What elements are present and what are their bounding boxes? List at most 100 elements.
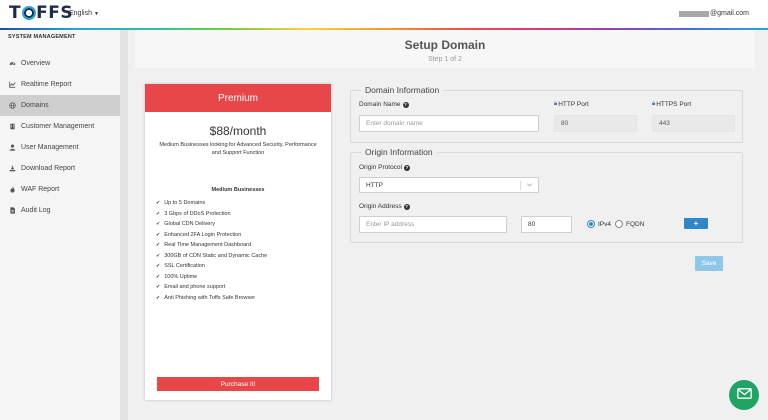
sidebar-item-user-management[interactable]: User Management [0, 137, 120, 158]
chat-button[interactable] [729, 380, 759, 410]
chart-icon [9, 81, 16, 88]
sidebar-section-title: SYSTEM MANAGEMENT [8, 34, 76, 40]
list-item: ✔ 100% Uptime [156, 272, 331, 283]
sidebar-item-download-report[interactable]: Download Report [0, 158, 120, 179]
help-icon[interactable]: ? [404, 164, 410, 171]
check-icon: ✔ [156, 210, 161, 217]
help-icon[interactable]: ? [402, 101, 409, 108]
language-label: English [69, 10, 92, 17]
fqdn-radio[interactable]: FQDN [615, 220, 644, 228]
origin-protocol-label-text: Origin Protocol [359, 164, 402, 171]
list-item: ✔ Anti Phishing with Toffs Safe Browser [156, 293, 331, 304]
fire-icon [9, 186, 16, 193]
purchase-button[interactable]: Purchase It! [157, 377, 319, 391]
sidebar-item-overview[interactable]: Overview [0, 53, 120, 74]
envelope-icon [736, 386, 752, 404]
ipv4-label: IPv4 [598, 220, 612, 228]
https-port-label: 🔒︎ HTTPS Port [652, 101, 691, 108]
origin-address-label-text: Origin Address [359, 203, 402, 210]
check-icon: ✔ [156, 263, 161, 269]
origin-protocol-select[interactable]: HTTP [359, 177, 539, 193]
help-icon[interactable]: ? [403, 203, 410, 210]
domain-information-legend: Domain Information [361, 85, 444, 95]
masked-email-prefix [678, 10, 709, 17]
http-port-input: 80 [554, 115, 637, 132]
plan-price: $88/month [209, 124, 267, 138]
top-bar: T FFS English ▼ @gmail.com [0, 0, 768, 28]
sidebar-item-audit-log[interactable]: Audit Log [0, 200, 120, 221]
user-email: @gmail.com [709, 10, 749, 17]
sidebar-scrollbar[interactable] [120, 30, 128, 420]
document-icon [9, 207, 16, 214]
list-item: ✔ 3 Gbps of DDoS Protection [156, 209, 331, 220]
sidebar-item-realtime-report[interactable]: Realtime Report [0, 74, 120, 95]
feature-label: Real Time Management Dashboard [164, 242, 252, 248]
plan-card: Premium $88/month Medium Businesses look… [145, 84, 331, 400]
step-indicator: Step 1 of 2 [428, 56, 462, 63]
domain-name-label: Domain Name ? [359, 101, 409, 108]
lock-icon: 🔒︎ [554, 101, 558, 107]
sidebar-item-waf-report[interactable]: WAF Report [0, 179, 120, 200]
origin-port-input[interactable]: 80 [521, 216, 572, 233]
check-icon: ✔ [156, 252, 161, 259]
user-icon [9, 144, 16, 151]
feature-label: 100% Uptime [164, 273, 198, 280]
check-icon: ✔ [156, 231, 161, 238]
https-port-input: 443 [652, 115, 735, 132]
list-item: ✔ Email and phone support [156, 282, 331, 293]
sidebar-item-label: Download Report [21, 165, 76, 172]
chevron-down-icon [526, 181, 533, 190]
origin-address-input[interactable]: Enter IP address [359, 216, 507, 233]
select-separator [520, 181, 521, 190]
sidebar-item-label: Domains [21, 102, 49, 109]
sidebar-item-customer-management[interactable]: Customer Management [0, 116, 120, 137]
feature-label: SSL Certification [164, 263, 205, 269]
check-icon: ✔ [156, 200, 161, 206]
sidebar-item-label: Overview [21, 60, 51, 67]
plan-name: Premium [145, 84, 331, 112]
save-button[interactable]: Save [695, 256, 723, 271]
http-port-label-text: HTTP Port [558, 101, 589, 108]
list-item: ✔ 300GB of CDN Static and Dynamic Cache [156, 251, 331, 262]
fqdn-label: FQDN [626, 220, 645, 228]
feature-label: 3 Gbps of DDoS Protection [164, 210, 231, 217]
check-icon: ✔ [156, 221, 161, 227]
page-title: Setup Domain [404, 38, 486, 52]
list-item: ✔ Enhanced 2FA Login Protection [156, 230, 331, 241]
sidebar-item-label: User Management [21, 144, 79, 151]
feature-label: Email and phone support [164, 284, 226, 290]
page-header: Setup Domain Step 1 of 2 [135, 30, 755, 68]
plan-description: Medium Businesses looking for Advanced S… [159, 142, 317, 156]
ipv4-radio[interactable]: IPv4 [587, 220, 611, 228]
check-icon: ✔ [156, 242, 161, 248]
feature-label: Up to 5 Domains [164, 200, 206, 206]
logo-globe-icon [21, 6, 36, 20]
language-selector[interactable]: English ▼ [69, 10, 99, 17]
user-menu[interactable]: @gmail.com [678, 10, 749, 17]
sidebar-item-domains[interactable]: Domains [0, 95, 120, 116]
building-icon [9, 123, 16, 130]
list-item: ✔ Real Time Management Dashboard [156, 240, 331, 251]
check-icon: ✔ [156, 273, 161, 280]
list-item: ✔ Global CDN Delivery [156, 219, 331, 230]
http-port-label: 🔒︎ HTTP Port [554, 101, 589, 108]
feature-label: Global CDN Delivery [164, 221, 215, 227]
globe-icon [9, 102, 16, 109]
https-port-label-text: HTTPS Port [656, 101, 692, 108]
logo[interactable]: T FFS [9, 3, 73, 23]
list-item: ✔ Up to 5 Domains [156, 198, 331, 209]
check-icon: ✔ [156, 294, 161, 301]
domain-name-label-text: Domain Name [359, 101, 401, 108]
feature-list: ✔ Up to 5 Domains ✔ 3 Gbps of DDoS Protect… [156, 198, 331, 303]
caret-down-icon: ▼ [93, 11, 99, 17]
add-origin-button[interactable]: + [684, 218, 708, 229]
origin-information-legend: Origin Information [361, 147, 437, 157]
radio-unselected-icon [615, 220, 623, 228]
origin-protocol-label: Origin Protocol ? [359, 164, 410, 171]
radio-selected-icon [587, 220, 595, 228]
domain-name-input[interactable]: Enter domain name [359, 115, 539, 132]
plan-subtitle: Medium Businesses [211, 187, 265, 193]
sidebar-item-label: WAF Report [21, 186, 60, 193]
origin-address-label: Origin Address ? [359, 203, 410, 210]
dashboard-icon [9, 60, 16, 67]
